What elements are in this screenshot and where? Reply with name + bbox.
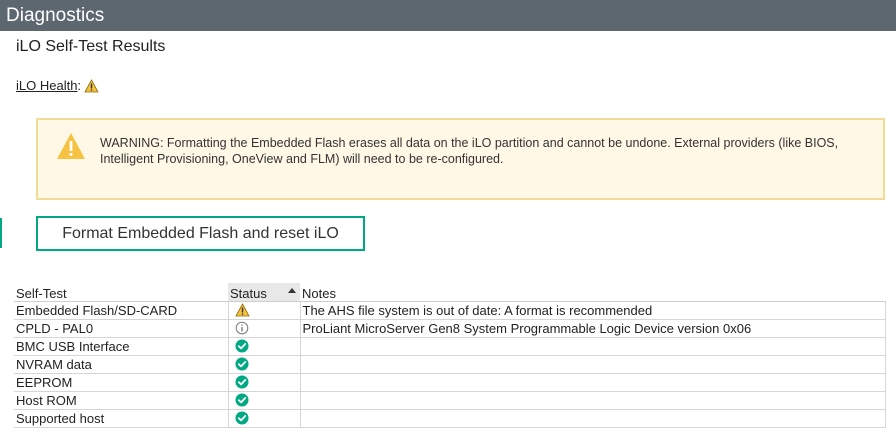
- notes-cell: [299, 336, 886, 356]
- ilo-health-link[interactable]: iLO Health: [16, 78, 77, 93]
- focus-marker: [0, 218, 2, 248]
- table-row[interactable]: BMC USB Interface: [14, 336, 886, 356]
- notes-cell: [299, 390, 886, 410]
- check-circle-icon: [231, 393, 298, 407]
- table-row[interactable]: Embedded Flash/SD-CARD The AHS file syste…: [14, 300, 886, 320]
- check-circle-icon: [231, 411, 298, 425]
- table-header-row: Self-Test Status Notes: [14, 283, 886, 302]
- status-cell: [227, 318, 301, 338]
- info-icon: [231, 321, 298, 335]
- table-row[interactable]: CPLD - PAL0 ProLiant MicroServer Gen8 Sys…: [14, 318, 886, 338]
- status-cell: [227, 336, 301, 356]
- self-test-name: BMC USB Interface: [14, 336, 229, 356]
- status-cell: [227, 390, 301, 410]
- page-title: Diagnostics: [6, 5, 105, 26]
- notes-cell: [299, 354, 886, 374]
- status-cell: [227, 408, 301, 428]
- sort-ascending-icon: [288, 288, 296, 293]
- table-row[interactable]: NVRAM data: [14, 354, 886, 374]
- notes-cell: [299, 372, 886, 392]
- health-separator: :: [77, 78, 82, 93]
- column-header-status[interactable]: Status: [228, 283, 300, 302]
- check-circle-icon: [231, 357, 298, 371]
- status-cell: [227, 372, 301, 392]
- self-test-name: CPLD - PAL0: [14, 318, 229, 338]
- table-row[interactable]: Host ROM: [14, 390, 886, 410]
- warning-icon: [231, 303, 298, 317]
- format-flash-button[interactable]: Format Embedded Flash and reset iLO: [36, 216, 365, 251]
- column-header-notes[interactable]: Notes: [300, 283, 886, 302]
- table-row[interactable]: Supported host: [14, 408, 886, 428]
- warning-message: WARNING: Formatting the Embedded Flash e…: [100, 136, 839, 166]
- self-test-name: Embedded Flash/SD-CARD: [14, 300, 229, 320]
- column-header-self-test[interactable]: Self-Test: [14, 283, 228, 302]
- status-cell: [227, 354, 301, 374]
- ilo-health: iLO Health :: [16, 78, 99, 93]
- notes-cell: [299, 408, 886, 428]
- notes-cell: ProLiant MicroServer Gen8 System Program…: [299, 318, 886, 338]
- self-test-name: Supported host: [14, 408, 229, 428]
- check-circle-icon: [231, 339, 298, 353]
- titlebar: Diagnostics: [0, 0, 896, 31]
- self-test-table: Self-Test Status Notes Embedded Flash/SD…: [14, 283, 886, 428]
- self-test-name: NVRAM data: [14, 354, 229, 374]
- warning-icon: [84, 78, 99, 93]
- check-circle-icon: [231, 375, 298, 389]
- section-title: iLO Self-Test Results: [16, 38, 166, 55]
- warning-box: WARNING: Formatting the Embedded Flash e…: [36, 118, 885, 200]
- status-header-label: Status: [230, 285, 267, 301]
- status-cell: [227, 300, 301, 320]
- self-test-name: EEPROM: [14, 372, 229, 392]
- warning-icon: [56, 132, 86, 160]
- notes-cell: The AHS file system is out of date: A fo…: [299, 300, 886, 320]
- table-row[interactable]: EEPROM: [14, 372, 886, 392]
- self-test-name: Host ROM: [14, 390, 229, 410]
